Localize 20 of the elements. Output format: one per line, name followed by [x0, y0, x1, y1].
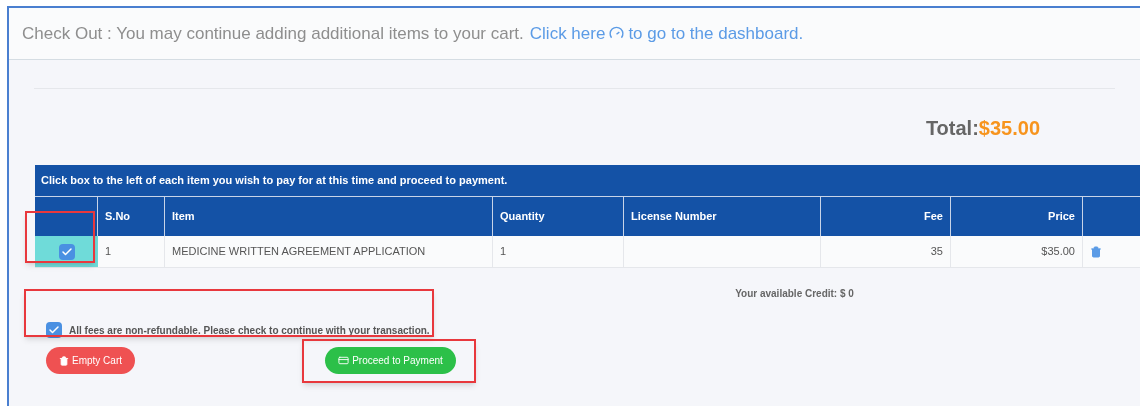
trash-icon[interactable]: [1090, 245, 1102, 258]
table-cell-text: 1: [105, 244, 112, 260]
dashboard-link[interactable]: Click here to go to the dashboard.: [529, 20, 804, 47]
empty-cart-button[interactable]: Empty Cart: [46, 347, 135, 374]
check-icon: [60, 245, 73, 258]
table-cell-text: 35: [930, 244, 943, 260]
total-amount: $35.00: [978, 116, 1040, 141]
total-label: Total:: [925, 116, 979, 141]
trash-icon: [59, 355, 69, 366]
table-cell-text: MEDICINE WRITTEN AGREEMENT APPLICATION: [172, 244, 426, 260]
credit-card-icon: [338, 355, 350, 366]
agreement-text: All fees are non-refundable. Please check to continue with your transaction.: [69, 323, 430, 338]
checkout-heading: Check Out : You may continue adding additional items to your cart.: [22, 22, 524, 45]
proceed-to-payment-button[interactable]: Proceed to Payment: [325, 347, 456, 374]
available-credit: Your available Credit: $ 0: [735, 287, 854, 301]
table-cell-text: 1: [500, 244, 507, 260]
table-caption: Click box to the left of each item you wish to pay for at this time and proceed to payment.: [35, 165, 1140, 196]
checkbox[interactable]: [58, 243, 75, 260]
table-cell-text: $35.00: [1041, 244, 1075, 260]
check-icon: [48, 324, 60, 336]
